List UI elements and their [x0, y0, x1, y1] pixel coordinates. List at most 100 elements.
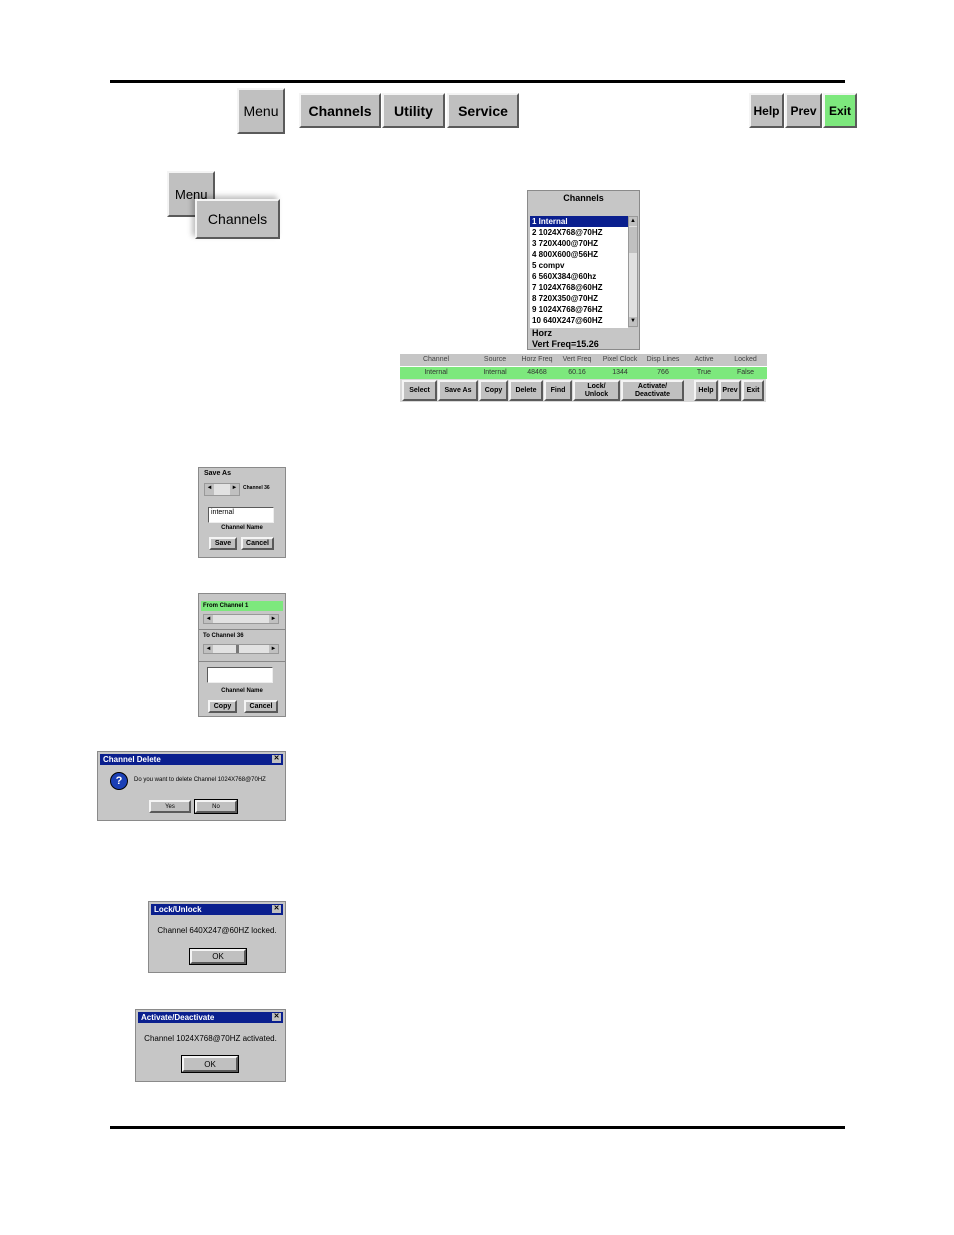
list-item[interactable]: 5 compv	[530, 260, 628, 271]
no-button[interactable]: No	[194, 799, 238, 814]
value-cell: False	[736, 369, 755, 376]
lock-dialog-title: Lock/Unlock	[154, 905, 202, 914]
lock-ok-button[interactable]: OK	[189, 948, 247, 965]
channel-name-value: internal	[211, 509, 234, 516]
help-button[interactable]: Help	[749, 93, 784, 128]
find-button[interactable]: Find	[544, 380, 572, 401]
header-cell: Active	[694, 356, 714, 363]
list-item[interactable]: 4 800X600@56HZ	[530, 249, 628, 260]
service-button[interactable]: Service	[447, 93, 519, 128]
to-channel-label: To Channel 36	[203, 633, 244, 639]
header-cell: Locked	[734, 356, 757, 363]
activate-dialog-titlebar: Activate/Deactivate ✕	[138, 1012, 283, 1023]
screen-help-button[interactable]: Help	[694, 380, 718, 401]
value-cell: Internal	[483, 369, 507, 376]
close-icon[interactable]: ✕	[272, 905, 281, 913]
screen-exit-button[interactable]: Exit	[742, 380, 764, 401]
scroll-thumb[interactable]	[629, 227, 637, 253]
activate-dialog-message: Channel 1024X768@70HZ activated.	[144, 1034, 277, 1043]
delete-dialog-title: Channel Delete	[103, 755, 161, 764]
channel-name-input[interactable]: internal	[208, 507, 274, 523]
save-as-channel-label: Channel 36	[243, 485, 270, 491]
scroll-down-icon[interactable]: ▼	[629, 317, 637, 326]
footer-rule	[110, 1126, 845, 1129]
save-button[interactable]: Save	[209, 537, 237, 550]
scroll-right-icon[interactable]: ►	[230, 484, 239, 495]
select-button[interactable]: Select	[402, 380, 437, 401]
lock-dialog: Lock/Unlock ✕ Channel 640X247@60HZ locke…	[148, 901, 286, 973]
value-cell: 766	[657, 369, 669, 376]
value-cell: Internal	[424, 369, 448, 376]
copy-panel: From Channel 1 ◄ ► To Channel 36 ◄ ► Cha…	[198, 593, 286, 717]
channels-button[interactable]: Channels	[299, 93, 381, 128]
channel-number-scrollbar[interactable]: ◄ ►	[204, 483, 240, 496]
scroll-right-icon[interactable]: ►	[269, 645, 278, 653]
from-channel-label: From Channel 1	[201, 601, 283, 611]
scroll-left-icon[interactable]: ◄	[205, 484, 214, 495]
channel-list[interactable]: 1 Internal 2 1024X768@70HZ 3 720X400@70H…	[530, 216, 628, 328]
header-cell: Vert Freq	[562, 356, 592, 363]
save-as-panel: Save As ◄ ► Channel 36 internal Channel …	[198, 467, 286, 558]
value-cell: True	[696, 369, 712, 376]
value-cell: 60.16	[568, 369, 586, 376]
save-as-title: Save As	[204, 470, 231, 477]
scroll-left-icon[interactable]: ◄	[204, 645, 213, 653]
delete-dialog-message: Do you want to delete Channel 1024X768@7…	[134, 777, 266, 783]
copy-channel-name-label: Channel Name	[221, 688, 263, 694]
list-item[interactable]: 3 720X400@70HZ	[530, 238, 628, 249]
list-scrollbar[interactable]: ▲ ▼	[628, 216, 638, 327]
prev-button[interactable]: Prev	[785, 93, 822, 128]
utility-button[interactable]: Utility	[382, 93, 445, 128]
copy-button[interactable]: Copy	[479, 380, 508, 401]
list-item[interactable]: 8 720X350@70HZ	[530, 293, 628, 304]
scroll-up-icon[interactable]: ▲	[629, 217, 637, 226]
vert-freq-label: Vert Freq=15.26	[532, 339, 599, 349]
value-cell: 48468	[527, 369, 547, 376]
delete-dialog: Channel Delete ✕ ? Do you want to delete…	[97, 751, 286, 821]
screen-prev-button[interactable]: Prev	[719, 380, 741, 401]
from-channel-scrollbar[interactable]: ◄ ►	[203, 614, 279, 624]
header-cell: Channel	[422, 356, 450, 363]
close-icon[interactable]: ✕	[272, 1013, 281, 1021]
channel-header-row: Channel Source Horz Freq Vert Freq Pixel…	[400, 354, 767, 366]
close-icon[interactable]: ✕	[272, 755, 281, 763]
scroll-right-icon[interactable]: ►	[269, 615, 278, 623]
menu-button[interactable]: Menu	[237, 88, 285, 134]
exit-button[interactable]: Exit	[823, 93, 857, 128]
list-item[interactable]: 6 560X384@60hz	[530, 271, 628, 282]
header-cell: Disp Lines	[646, 356, 680, 363]
save-as-button[interactable]: Save As	[438, 380, 478, 401]
question-icon: ?	[110, 772, 128, 790]
scroll-thumb[interactable]	[236, 645, 239, 653]
copy-channel-name-input[interactable]	[207, 667, 273, 683]
list-item[interactable]: 7 1024X768@60HZ	[530, 282, 628, 293]
list-item[interactable]: 10 640X247@60HZ	[530, 315, 628, 326]
activate-deactivate-button[interactable]: Activate/ Deactivate	[621, 380, 684, 401]
list-item[interactable]: 2 1024X768@70HZ	[530, 227, 628, 238]
channels-title: Channels	[563, 193, 604, 203]
scroll-left-icon[interactable]: ◄	[204, 615, 213, 623]
to-channel-scrollbar[interactable]: ◄ ►	[203, 644, 279, 654]
channel-name-label: Channel Name	[221, 525, 263, 531]
list-item[interactable]: 9 1024X768@76HZ	[530, 304, 628, 315]
copy-divider	[199, 629, 285, 630]
copy-divider	[199, 661, 285, 662]
copy-confirm-button[interactable]: Copy	[208, 700, 237, 713]
yes-button[interactable]: Yes	[149, 800, 191, 813]
activate-ok-button[interactable]: OK	[181, 1055, 239, 1073]
list-item[interactable]: 1 Internal	[530, 216, 628, 227]
value-cell: 1344	[612, 369, 628, 376]
activate-dialog: Activate/Deactivate ✕ Channel 1024X768@7…	[135, 1009, 286, 1082]
lock-unlock-button[interactable]: Lock/ Unlock	[573, 380, 620, 401]
lock-dialog-message: Channel 640X247@60HZ locked.	[157, 926, 277, 935]
header-cell: Source	[483, 356, 507, 363]
header-cell: Pixel Clock	[602, 356, 638, 363]
delete-button[interactable]: Delete	[509, 380, 543, 401]
activate-dialog-title: Activate/Deactivate	[141, 1013, 215, 1022]
delete-dialog-titlebar: Channel Delete ✕	[100, 754, 283, 765]
copy-cancel-button[interactable]: Cancel	[244, 700, 278, 713]
channel-value-row: Internal Internal 48468 60.16 1344 766 T…	[400, 367, 767, 379]
horz-label: Horz	[532, 328, 552, 338]
cancel-button[interactable]: Cancel	[241, 537, 274, 550]
path-channels-tile: Channels	[195, 199, 280, 239]
